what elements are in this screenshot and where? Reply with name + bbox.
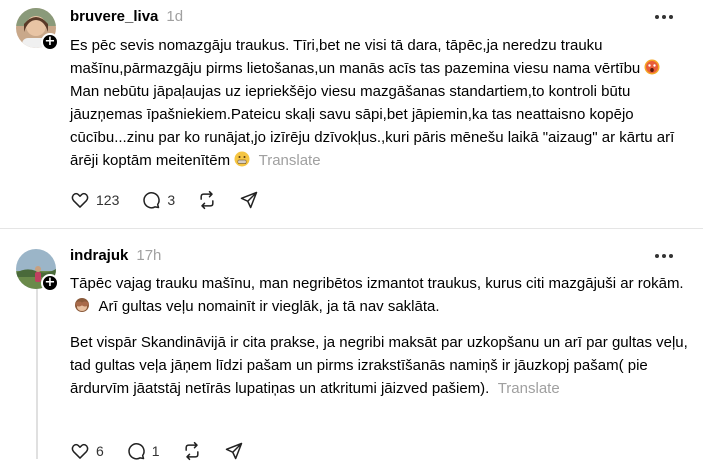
follow-plus-icon[interactable]: + — [41, 33, 59, 51]
repost-icon — [200, 190, 214, 210]
thread-line — [36, 289, 38, 459]
post-actions: 123 3 — [70, 190, 281, 210]
reply-button[interactable]: 1 — [126, 441, 160, 461]
post-paragraph-1b: Arī gultas veļu nomainīt ir vieglāk, ja … — [98, 298, 440, 315]
thread-post: + bruvere_liva 1d Es pēc sevis nomazgāju… — [0, 0, 703, 228]
username[interactable]: indrajuk — [70, 247, 128, 264]
reply-button[interactable]: 3 — [141, 190, 175, 210]
share-icon — [225, 442, 242, 460]
post-paragraph-2: Bet vispār Skandināvijā ir cita prakse, … — [70, 334, 688, 397]
timestamp[interactable]: 17h — [136, 247, 161, 264]
timestamp[interactable]: 1d — [166, 8, 183, 25]
follow-plus-icon[interactable]: + — [41, 274, 59, 292]
like-button[interactable]: 6 — [70, 441, 104, 461]
post-header: indrajuk 17h — [70, 247, 161, 264]
repost-button[interactable] — [197, 190, 217, 210]
more-icon[interactable] — [655, 12, 675, 22]
see-no-evil-monkey-emoji-icon — [75, 298, 90, 312]
heart-icon — [71, 443, 89, 459]
post-text-part-1: Es pēc sevis nomazgāju traukus. Tīri,bet… — [70, 37, 641, 77]
translate-link[interactable]: Translate — [259, 152, 321, 169]
more-icon[interactable] — [655, 251, 675, 261]
post-text: Es pēc sevis nomazgāju traukus. Tīri,bet… — [70, 34, 690, 172]
post-text: Tāpēc vajag trauku mašīnu, man negribēto… — [70, 272, 690, 400]
avatar[interactable]: + — [16, 249, 59, 292]
username[interactable]: bruvere_liva — [70, 8, 158, 25]
comment-icon — [128, 443, 145, 460]
like-count: 123 — [96, 192, 120, 208]
like-button[interactable]: 123 — [70, 190, 119, 210]
grimacing-emoji-icon — [234, 151, 250, 167]
avatar[interactable]: + — [16, 8, 59, 51]
thread-post: + indrajuk 17h Tāpēc vajag trauku mašīnu… — [0, 229, 703, 463]
translate-link[interactable]: Translate — [498, 380, 560, 397]
reply-count: 1 — [151, 443, 160, 459]
like-count: 6 — [96, 443, 104, 459]
repost-icon — [185, 441, 199, 461]
post-text-part-2: Man nebūtu jāpaļaujas uz iepriekšējo vie… — [70, 83, 675, 169]
post-actions: 6 1 — [70, 441, 266, 461]
post-paragraph-1a: Tāpēc vajag trauku mašīnu, man negribēto… — [70, 275, 684, 292]
share-icon — [240, 191, 258, 209]
share-button[interactable] — [239, 190, 259, 210]
reply-count: 3 — [167, 192, 176, 208]
heart-icon — [71, 192, 89, 208]
share-button[interactable] — [224, 441, 244, 461]
post-header: bruvere_liva 1d — [70, 8, 183, 25]
comment-icon — [143, 192, 161, 209]
shocked-emoji-icon — [644, 59, 660, 75]
repost-button[interactable] — [182, 441, 202, 461]
